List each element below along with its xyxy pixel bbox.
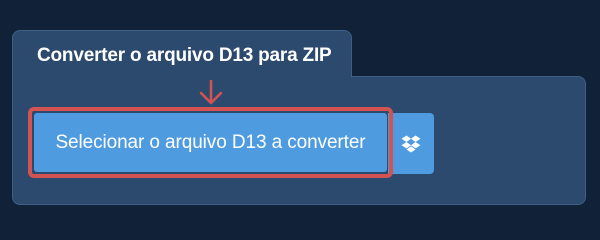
select-file-button[interactable]: Selecionar o arquivo D13 a converter <box>34 113 387 172</box>
converter-tab: Converter o arquivo D13 para ZIP <box>12 30 352 77</box>
tab-title: Converter o arquivo D13 para ZIP <box>37 45 332 66</box>
converter-widget: Converter o arquivo D13 para ZIP Selecio… <box>0 0 600 230</box>
tab-panel-seam <box>13 75 351 78</box>
dropbox-icon <box>401 135 421 152</box>
arrow-down-icon <box>199 80 223 105</box>
dropbox-button[interactable] <box>388 113 434 174</box>
